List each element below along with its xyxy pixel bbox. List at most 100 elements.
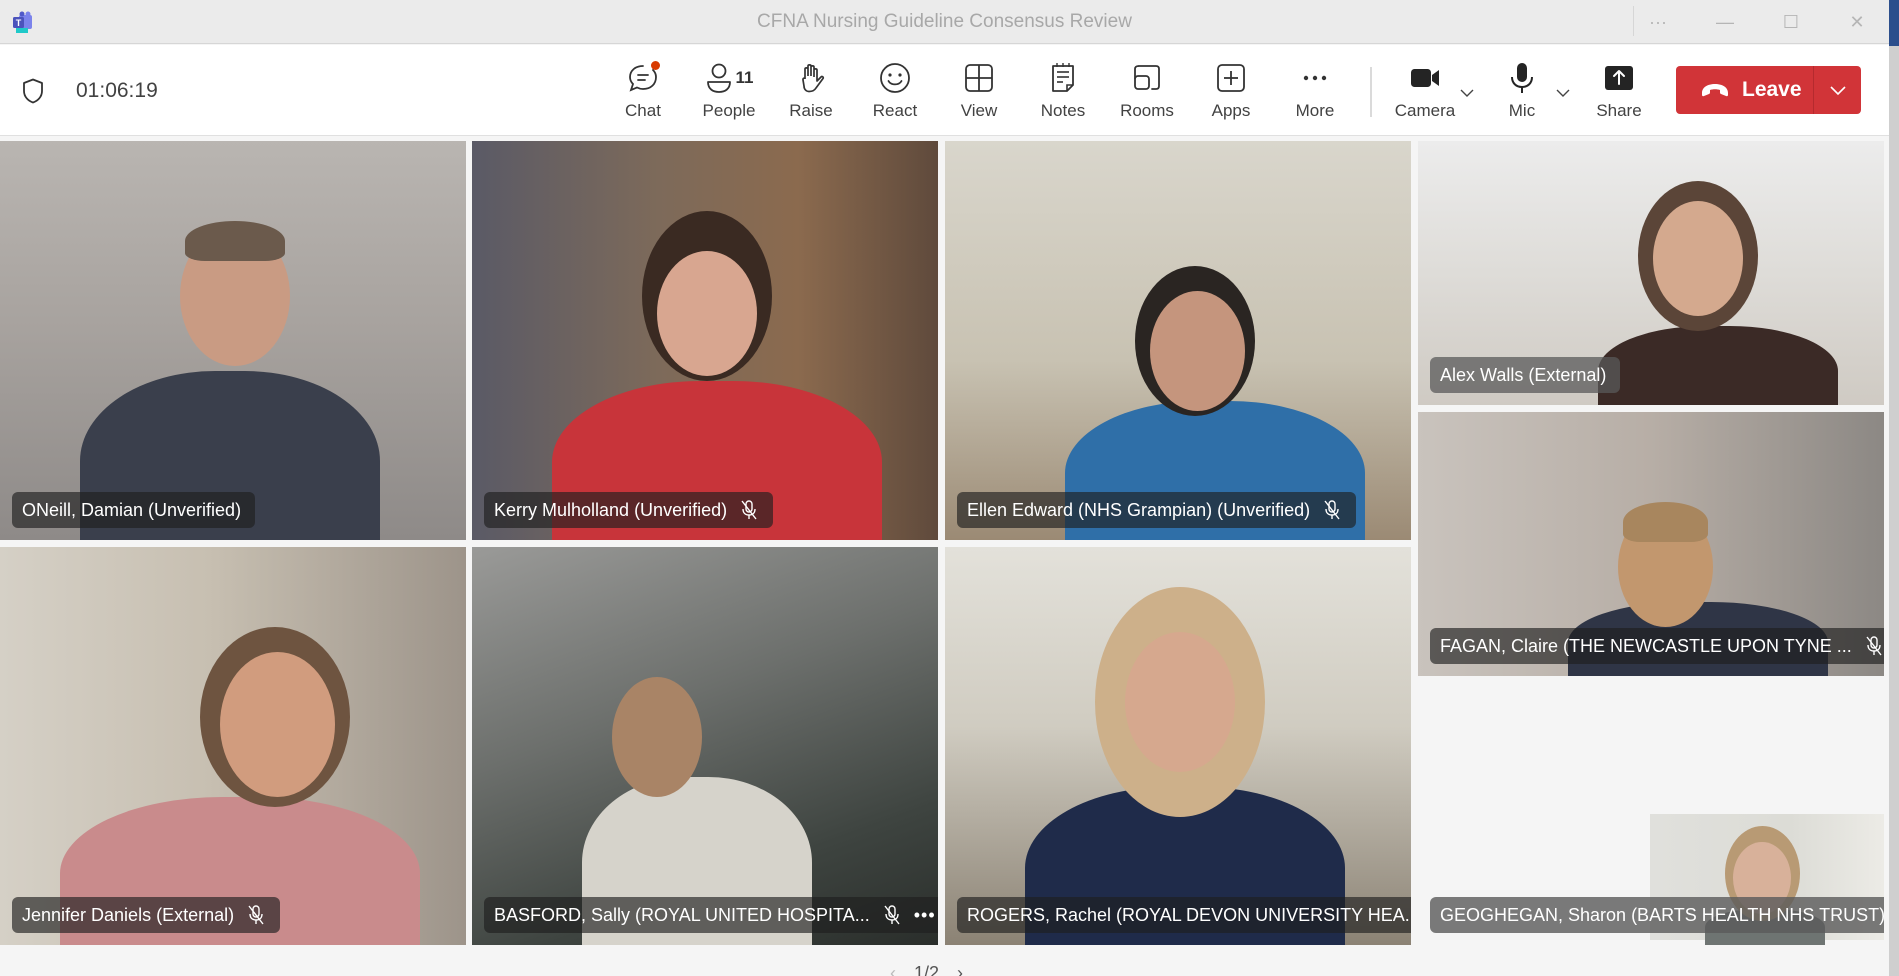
- participant-name: Ellen Edward (NHS Grampian) (Unverified): [967, 499, 1311, 520]
- window-title: CFNA Nursing Guideline Consensus Review: [757, 11, 1132, 32]
- chat-notification-dot: [651, 61, 660, 70]
- toolbar-separator: [1370, 67, 1372, 117]
- mic-icon: [1505, 61, 1539, 95]
- participant-name-tag: ONeill, Damian (Unverified): [12, 492, 256, 528]
- raise-label: Raise: [789, 101, 833, 120]
- participant-tile[interactable]: Ellen Edward (NHS Grampian) (Unverified): [945, 141, 1411, 540]
- share-label: Share: [1596, 101, 1642, 120]
- participant-more-options-icon[interactable]: •••: [914, 905, 936, 926]
- chevron-down-icon: [1556, 89, 1570, 97]
- participant-name-tag: Jennifer Daniels (External): [12, 897, 281, 933]
- participant-tile[interactable]: FAGAN, Claire (THE NEWCASTLE UPON TYNE .…: [1418, 412, 1884, 676]
- meeting-timer: 01:06:19: [76, 79, 158, 102]
- mic-off-icon: [741, 500, 757, 520]
- raise-hand-button[interactable]: Raise: [778, 61, 844, 127]
- video-feed: [472, 547, 938, 945]
- meeting-toolbar: 01:06:19 Chat 11 People Raise React View…: [0, 45, 1889, 136]
- background-window-titlebar: [1889, 0, 1899, 46]
- close-icon: ✕: [1849, 11, 1865, 32]
- people-icon-wrap: 11: [697, 61, 761, 95]
- participant-tile[interactable]: GEOGHEGAN, Sharon (BARTS HEALTH NHS TRUS…: [1418, 683, 1884, 945]
- share-button[interactable]: Share: [1586, 61, 1652, 127]
- page-indicator: 1/2: [914, 963, 940, 976]
- maximize-icon: ☐: [1782, 11, 1800, 32]
- mic-off-icon: [884, 905, 900, 925]
- video-feed: [945, 547, 1411, 945]
- shield-icon[interactable]: [22, 78, 44, 104]
- ellipsis-icon: ···: [1649, 11, 1667, 32]
- participant-name-tag: GEOGHEGAN, Sharon (BARTS HEALTH NHS TRUS…: [1430, 897, 1884, 933]
- participant-name: Alex Walls (External): [1440, 364, 1607, 385]
- participant-name: ONeill, Damian (Unverified): [22, 499, 242, 520]
- camera-button[interactable]: Camera: [1392, 61, 1458, 127]
- mic-options-caret[interactable]: [1553, 83, 1573, 103]
- view-button[interactable]: View: [946, 61, 1012, 127]
- grid-icon: [962, 61, 996, 95]
- maximize-button[interactable]: ☐: [1771, 8, 1811, 36]
- apps-label: Apps: [1211, 101, 1251, 120]
- react-button[interactable]: React: [862, 61, 928, 127]
- mic-label: Mic: [1508, 101, 1536, 120]
- participant-tile[interactable]: ROGERS, Rachel (ROYAL DEVON UNIVERSITY H…: [945, 547, 1411, 945]
- minimize-button[interactable]: —: [1705, 8, 1745, 36]
- notes-label: Notes: [1040, 101, 1086, 120]
- camera-options-caret[interactable]: [1457, 83, 1477, 103]
- hand-icon: [794, 61, 828, 95]
- participant-tile[interactable]: BASFORD, Sally (ROYAL UNITED HOSPITA... …: [472, 547, 938, 945]
- chevron-down-icon: [1829, 85, 1846, 95]
- title-bar: T CFNA Nursing Guideline Consensus Revie…: [0, 0, 1889, 44]
- people-count: 11: [735, 68, 754, 87]
- participant-name-tag: Alex Walls (External): [1430, 357, 1621, 393]
- participant-name-tag: ROGERS, Rachel (ROYAL DEVON UNIVERSITY H…: [957, 897, 1411, 933]
- notes-icon: [1046, 61, 1080, 95]
- video-feed: [0, 547, 466, 945]
- participant-name: FAGAN, Claire (THE NEWCASTLE UPON TYNE .…: [1440, 635, 1852, 656]
- video-feed: [0, 141, 466, 540]
- people-button[interactable]: 11 People: [694, 61, 764, 127]
- participant-tile[interactable]: Kerry Mulholland (Unverified): [472, 141, 938, 540]
- plus-box-icon: [1214, 61, 1248, 95]
- apps-button[interactable]: Apps: [1198, 61, 1264, 127]
- leave-button[interactable]: Leave: [1676, 66, 1813, 114]
- leave-button-group: Leave: [1676, 66, 1861, 114]
- rooms-button[interactable]: Rooms: [1114, 61, 1180, 127]
- leave-options-button[interactable]: [1814, 66, 1861, 114]
- participant-name-tag: BASFORD, Sally (ROYAL UNITED HOSPITA... …: [484, 897, 938, 933]
- previous-page-button[interactable]: ‹: [890, 963, 896, 976]
- camera-label: Camera: [1394, 101, 1456, 120]
- teams-meeting-window: T CFNA Nursing Guideline Consensus Revie…: [0, 0, 1889, 976]
- rooms-icon: [1130, 61, 1164, 95]
- gallery-pager: ‹ 1/2 ›: [890, 963, 963, 976]
- notes-button[interactable]: Notes: [1030, 61, 1096, 127]
- participant-tile[interactable]: Jennifer Daniels (External): [0, 547, 466, 945]
- react-label: React: [872, 101, 918, 120]
- background-window-edge: [1889, 0, 1899, 976]
- view-label: View: [960, 101, 998, 120]
- chat-icon: [626, 61, 660, 95]
- more-button[interactable]: More: [1282, 61, 1348, 127]
- rooms-label: Rooms: [1120, 101, 1174, 120]
- close-button[interactable]: ✕: [1837, 8, 1877, 36]
- next-page-button[interactable]: ›: [957, 963, 963, 976]
- title-more-button[interactable]: ···: [1638, 8, 1678, 36]
- chat-button[interactable]: Chat: [610, 61, 676, 127]
- participant-tile[interactable]: ONeill, Damian (Unverified): [0, 141, 466, 540]
- minimize-icon: —: [1716, 11, 1734, 32]
- participant-tile[interactable]: Alex Walls (External): [1418, 141, 1884, 405]
- hangup-icon: [1702, 84, 1728, 97]
- video-feed: [472, 141, 938, 540]
- chat-label: Chat: [625, 101, 661, 120]
- participant-name-tag: FAGAN, Claire (THE NEWCASTLE UPON TYNE .…: [1430, 628, 1884, 664]
- mic-off-icon: [248, 905, 264, 925]
- participant-name-tag: Ellen Edward (NHS Grampian) (Unverified): [957, 492, 1357, 528]
- smiley-icon: [878, 61, 912, 95]
- ellipsis-icon: [1298, 61, 1332, 95]
- mic-button[interactable]: Mic: [1489, 61, 1555, 127]
- people-label: People: [702, 101, 756, 120]
- more-label: More: [1295, 101, 1335, 120]
- chevron-down-icon: [1460, 89, 1474, 97]
- leave-label: Leave: [1742, 78, 1802, 101]
- mic-off-icon: [1866, 636, 1882, 656]
- share-icon: [1602, 61, 1636, 95]
- people-icon: [706, 63, 731, 93]
